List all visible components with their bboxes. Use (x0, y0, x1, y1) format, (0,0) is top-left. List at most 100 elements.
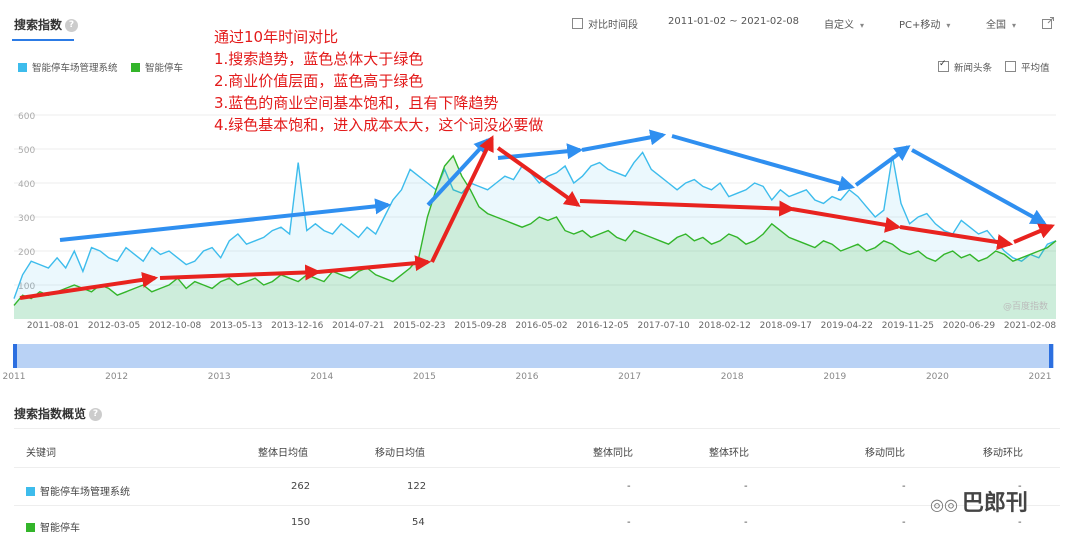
divider (14, 505, 1060, 506)
cell-mom: - (744, 481, 748, 492)
col-header-mobile: 移动日均值 (375, 448, 425, 459)
table-row-keyword: 智能停车场管理系统 (26, 483, 130, 498)
legend-item-series-2[interactable]: 智能停车 (131, 60, 183, 74)
date-range-text: 2011-01-02 ~ 2021-02-08 (668, 16, 799, 27)
year-label: 2018 (721, 372, 744, 382)
y-tick-label: 600 (18, 112, 35, 122)
device-label: PC+移动 (899, 20, 941, 31)
series-swatch (26, 487, 35, 496)
region-dropdown[interactable]: 全国 ▾ (986, 16, 1016, 31)
x-tick-label: 2015-09-28 (454, 321, 507, 331)
col-header-keyword: 关键词 (26, 448, 56, 459)
legend-label: 智能停车场管理系统 (32, 63, 118, 74)
x-tick-label: 2016-12-05 (576, 321, 628, 331)
year-label: 2021 (1029, 372, 1052, 382)
legend-swatch (18, 63, 27, 72)
year-label: 2013 (208, 372, 231, 382)
x-tick-label: 2017-07-10 (637, 321, 690, 331)
series-swatch (26, 523, 35, 532)
brand-text: 巴郎刊 (961, 491, 1028, 516)
y-tick-label: 400 (18, 180, 35, 190)
range-slider-handle-left (13, 344, 17, 368)
legend-label: 智能停车 (145, 63, 184, 74)
active-tab-underline (12, 39, 74, 41)
x-tick-label: 2016-05-02 (515, 321, 567, 331)
wechat-icon: ◎◎ (930, 495, 958, 514)
custom-range-dropdown[interactable]: 自定义 ▾ (824, 16, 864, 31)
year-label: 2016 (516, 372, 539, 382)
divider (14, 428, 1060, 429)
average-label: 平均值 (1021, 63, 1050, 74)
help-icon[interactable]: ? (65, 19, 79, 32)
page-title-text: 搜索指数 (14, 18, 63, 32)
x-tick-label: 2015-02-23 (393, 321, 445, 331)
x-tick-label: 2018-02-12 (699, 321, 751, 331)
col-header-yoy: 整体同比 (593, 448, 633, 459)
page-title: 搜索指数? (14, 16, 79, 33)
custom-range-label: 自定义 (824, 20, 854, 31)
x-tick-label: 2021-02-08 (1004, 321, 1057, 331)
cell-overall: 150 (291, 517, 311, 528)
year-label: 2012 (105, 372, 128, 382)
chevron-down-icon: ▾ (946, 21, 951, 30)
cell-yoy: - (627, 517, 631, 528)
overview-title-text: 搜索指数概览 (14, 407, 87, 421)
device-dropdown[interactable]: PC+移动 ▾ (899, 16, 950, 31)
chart-watermark: @百度指数 (1003, 300, 1048, 312)
x-tick-label: 2020-06-29 (943, 321, 996, 331)
average-toggle[interactable]: 平均值 (1005, 60, 1050, 74)
col-header-overall: 整体日均值 (258, 448, 308, 459)
checkbox-icon[interactable] (572, 18, 583, 29)
year-label: 2015 (413, 372, 436, 382)
blue-trend-arrow (854, 145, 911, 187)
annotation-line: 1.搜索趋势，蓝色总体大于绿色 (214, 50, 424, 68)
news-headline-toggle[interactable]: 新闻头条 (938, 59, 993, 74)
share-icon[interactable] (1042, 14, 1054, 33)
y-tick-label: 300 (18, 214, 35, 224)
y-tick-label: 200 (18, 248, 35, 258)
x-tick-label: 2011-08-01 (27, 321, 79, 331)
legend-swatch (131, 63, 140, 72)
x-tick-label: 2013-05-13 (210, 321, 262, 331)
x-tick-label: 2019-04-22 (821, 321, 873, 331)
x-tick-label: 2014-07-21 (332, 321, 384, 331)
checkbox-icon[interactable] (938, 59, 949, 72)
col-header-mom: 整体环比 (709, 448, 749, 459)
blue-trend-arrow (671, 134, 856, 192)
col-header-mobile-yoy: 移动同比 (865, 448, 905, 459)
blue-trend-arrow (911, 148, 1047, 225)
cell-mobile-yoy: - (902, 517, 906, 528)
overview-title: 搜索指数概览? (14, 405, 103, 422)
range-slider-handle-right (1049, 344, 1053, 368)
year-label: 2011 (3, 372, 26, 382)
red-trend-arrow (1013, 223, 1055, 244)
blue-trend-arrow (581, 129, 667, 152)
cell-overall: 262 (291, 481, 311, 492)
x-tick-label: 2012-10-08 (149, 321, 202, 331)
year-label: 2019 (823, 372, 846, 382)
help-icon[interactable]: ? (89, 408, 103, 421)
range-slider-track (14, 344, 1054, 368)
cell-mobile: 54 (412, 517, 425, 528)
year-label: 2017 (618, 372, 641, 382)
keyword-text: 智能停车场管理系统 (40, 487, 130, 498)
annotation-text: 通过10年时间对比 1.搜索趋势，蓝色总体大于绿色 2.商业价值层面，蓝色高于绿… (214, 26, 543, 136)
y-tick-label: 500 (18, 146, 35, 156)
cell-yoy: - (627, 481, 631, 492)
annotation-line: 通过10年时间对比 (214, 28, 339, 46)
compare-period-toggle[interactable]: 对比时间段 (572, 16, 638, 31)
col-header-mobile-mom: 移动环比 (983, 448, 1023, 459)
chevron-down-icon: ▾ (1012, 21, 1017, 30)
annotation-line: 3.蓝色的商业空间基本饱和，且有下降趋势 (214, 94, 499, 112)
checkbox-icon[interactable] (1005, 61, 1016, 72)
region-label: 全国 (986, 20, 1006, 31)
keyword-text: 智能停车 (40, 523, 80, 534)
cell-mom: - (744, 517, 748, 528)
year-label: 2014 (310, 372, 333, 382)
table-row-keyword: 智能停车 (26, 519, 80, 534)
date-range-display[interactable]: 2011-01-02 ~ 2021-02-08 (668, 16, 799, 27)
cell-mobile-mom: - (1018, 517, 1022, 528)
annotation-line: 4.绿色基本饱和，进入成本太大，这个词没必要做 (214, 116, 544, 134)
legend-item-series-1[interactable]: 智能停车场管理系统 (18, 60, 118, 74)
news-headline-label: 新闻头条 (954, 63, 993, 74)
